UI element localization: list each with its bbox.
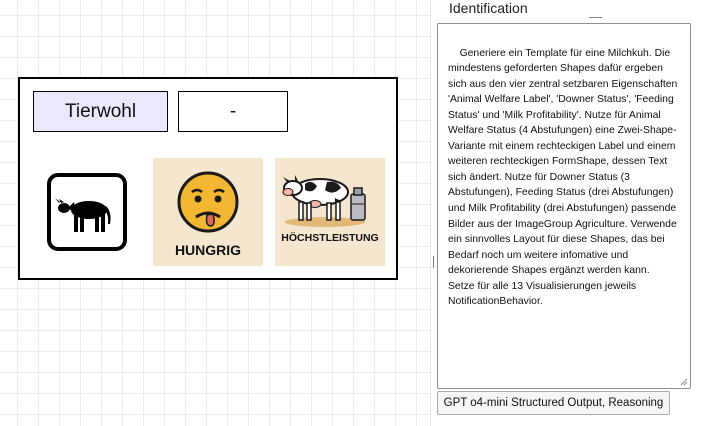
- cow-icon: [47, 173, 127, 251]
- high-performance-caption: HÖCHSTLEISTUNG: [281, 232, 379, 244]
- hungry-caption: HUNGRIG: [174, 242, 242, 258]
- animal-welfare-label[interactable]: Tierwohl: [33, 91, 168, 132]
- milk-profitability-image[interactable]: HÖCHSTLEISTUNG: [275, 158, 385, 266]
- editor-canvas: Tierwohl - HUNGRIG HÖCHSTLEISTUNG: [0, 0, 430, 426]
- dairy-cow-milk-can-icon: [282, 175, 366, 227]
- animal-welfare-value-shape[interactable]: -: [178, 91, 288, 132]
- animal-welfare-label-text: Tierwohl: [64, 100, 137, 122]
- prompt-text: Generiere ein Template für eine Milchkuh…: [448, 47, 681, 308]
- identification-panel: Identification Generiere ein Template fü…: [430, 0, 717, 426]
- hungry-face-icon: [177, 171, 239, 233]
- downer-status-image[interactable]: [46, 172, 128, 252]
- animal-welfare-value-text: -: [229, 100, 237, 122]
- cow-template-card[interactable]: Tierwohl - HUNGRIG HÖCHSTLEISTUNG: [18, 77, 398, 280]
- prompt-textarea[interactable]: Generiere ein Template für eine Milchkuh…: [437, 23, 691, 389]
- resize-grip-icon[interactable]: [680, 378, 688, 386]
- panel-title: Identification: [449, 0, 528, 16]
- generate-button-label: GPT o4-mini Structured Output, Reasoning: [443, 397, 664, 409]
- generate-button[interactable]: GPT o4-mini Structured Output, Reasoning: [437, 391, 670, 415]
- feeding-status-image[interactable]: HUNGRIG: [153, 158, 263, 266]
